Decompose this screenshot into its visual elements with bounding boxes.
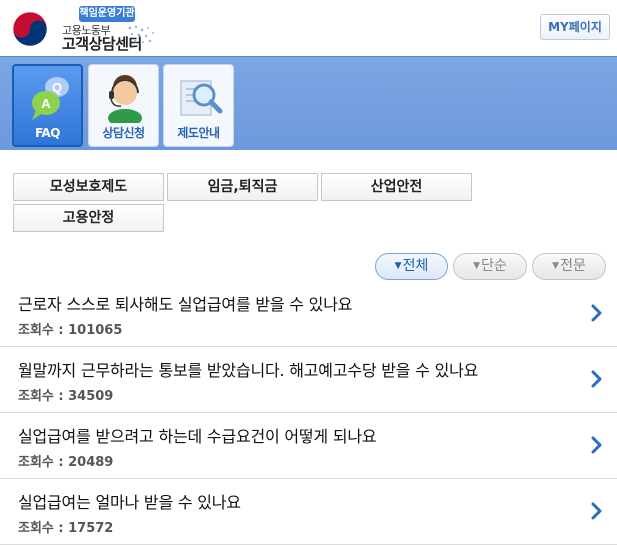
nav-tile-label: 상담신청 xyxy=(102,126,145,140)
category-safety-button[interactable]: 산업안전 xyxy=(321,173,472,201)
filter-all-button[interactable]: ▼전체 xyxy=(375,253,448,280)
filter-label: 전문 xyxy=(560,258,586,274)
list-item[interactable]: 실업급여는 얼마나 받을 수 있나요 조회수 : 17572 xyxy=(0,479,617,545)
category-employment-button[interactable]: 고용안정 xyxy=(13,204,164,232)
caret-down-icon: ▼ xyxy=(552,261,560,271)
list-item[interactable]: 월말까지 근무하라는 통보를 받았습니다. 해고예고수당 받을 수 있나요 조회… xyxy=(0,347,617,413)
list-item[interactable]: 근로자 스스로 퇴사해도 실업급여를 받을 수 있나요 조회수 : 101065 xyxy=(0,281,617,347)
chevron-right-icon[interactable] xyxy=(591,303,603,323)
view-count: 조회수 : 101065 xyxy=(18,323,123,338)
faq-question[interactable]: 실업급여는 얼마나 받을 수 있나요 xyxy=(18,489,241,513)
nav-tile-label: 제도안내 xyxy=(177,126,220,140)
view-count: 조회수 : 20489 xyxy=(18,455,114,470)
nav-band: Q A FAQ 상담신청 제도안내 xyxy=(0,56,617,150)
filter-expert-button[interactable]: ▼전문 xyxy=(532,253,606,280)
caret-down-icon: ▼ xyxy=(473,261,481,271)
nav-tile-label: FAQ xyxy=(35,126,60,140)
chevron-right-icon[interactable] xyxy=(591,501,603,521)
nav-tile-system[interactable]: 제도안내 xyxy=(163,64,234,147)
nav-tile-consult[interactable]: 상담신청 xyxy=(88,64,159,147)
filter-label: 단순 xyxy=(481,258,507,274)
category-wage-button[interactable]: 임금,퇴직금 xyxy=(167,173,318,201)
caret-down-icon: ▼ xyxy=(394,261,402,271)
faq-question[interactable]: 실업급여를 받으려고 하는데 수급요건이 어떻게 되나요 xyxy=(18,423,377,447)
view-count: 조회수 : 34509 xyxy=(18,389,114,404)
view-count: 조회수 : 17572 xyxy=(18,521,114,536)
list-item[interactable]: 실업급여를 받으려고 하는데 수급요건이 어떻게 되나요 조회수 : 20489 xyxy=(0,413,617,479)
nav-tile-faq[interactable]: Q A FAQ xyxy=(12,64,83,147)
agency-badge: 책임운영기관 xyxy=(79,6,135,22)
category-maternity-button[interactable]: 모성보호제도 xyxy=(13,173,164,201)
magnifier-document-icon xyxy=(180,80,223,116)
my-page-button[interactable]: MY페이지 xyxy=(540,14,610,40)
qa-bubble-icon: Q A xyxy=(32,77,69,120)
header: 책임운영기관 고용노동부 고객상담센터 MY페이지 xyxy=(0,0,617,56)
filter-label: 전체 xyxy=(402,258,429,274)
svg-text:Q: Q xyxy=(52,80,62,95)
counselor-icon xyxy=(108,75,142,123)
faq-list: 근로자 스스로 퇴사해도 실업급여를 받을 수 있나요 조회수 : 101065… xyxy=(0,281,617,545)
taegeuk-logo-icon[interactable] xyxy=(12,11,48,47)
faq-question[interactable]: 월말까지 근무하라는 통보를 받았습니다. 해고예고수당 받을 수 있나요 xyxy=(18,357,478,381)
chevron-right-icon[interactable] xyxy=(591,435,603,455)
dots-decoration-icon xyxy=(128,25,154,43)
svg-text:A: A xyxy=(41,96,51,111)
chevron-right-icon[interactable] xyxy=(591,369,603,389)
filter-simple-button[interactable]: ▼단순 xyxy=(453,253,527,280)
faq-question[interactable]: 근로자 스스로 퇴사해도 실업급여를 받을 수 있나요 xyxy=(18,291,352,315)
